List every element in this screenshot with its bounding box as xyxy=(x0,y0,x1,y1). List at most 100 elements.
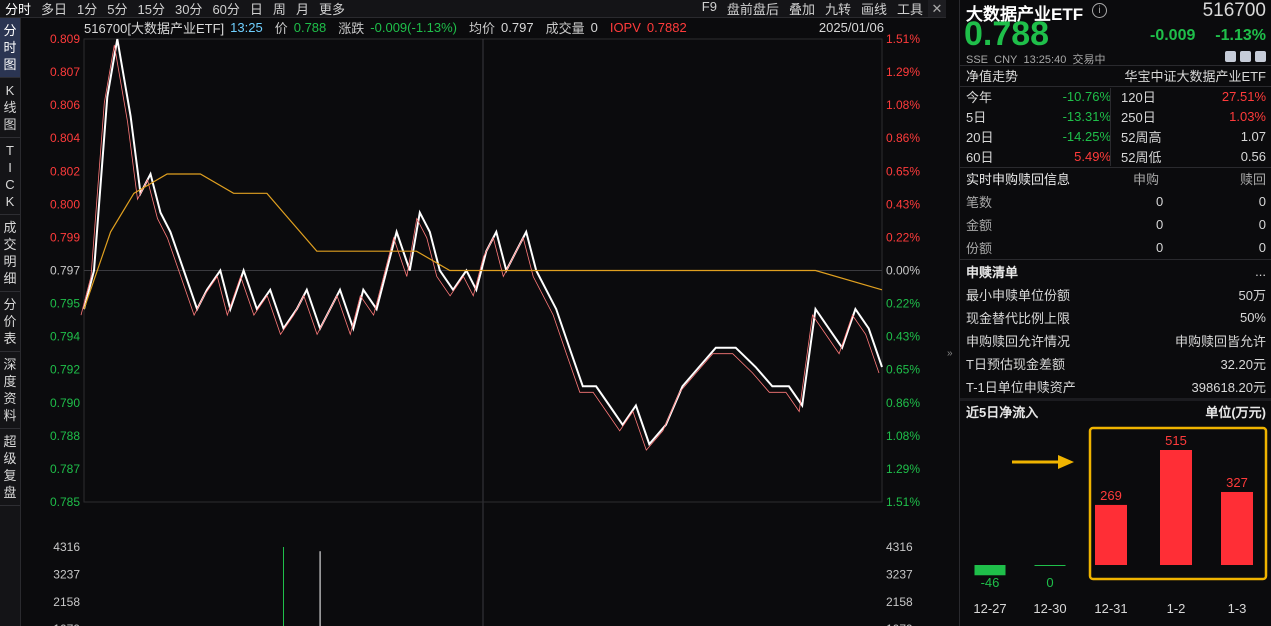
list-label: T-1日单位申赎资产 xyxy=(966,379,1076,395)
period-tab[interactable]: 15分 xyxy=(133,0,170,18)
close-icon[interactable]: ✕ xyxy=(928,0,946,17)
sidebar-tab-char: 分 xyxy=(3,297,17,312)
sidebar-tab-char: K xyxy=(5,83,15,98)
sidebar-tab-char: 资 xyxy=(3,391,17,406)
perf-value: 5.49% xyxy=(1074,148,1111,164)
sidebar-view-tab[interactable]: TICK xyxy=(0,138,20,215)
sidebar-view-tab[interactable]: 深度资料 xyxy=(0,352,20,429)
list-label: T日预估现金差额 xyxy=(966,356,1065,372)
perf-value: 0.56 xyxy=(1240,148,1266,164)
volume-tick-label: 3237 xyxy=(886,567,913,581)
price-tick-label: 0.807 xyxy=(50,65,80,79)
price-tick-label: 0.788 xyxy=(50,429,80,443)
flow-title: 近5日净流入 xyxy=(966,404,1039,420)
sidebar-tab-char: 超 xyxy=(3,434,17,449)
perf-value: -13.31% xyxy=(1062,108,1111,124)
pct-tick-label: 1.29% xyxy=(886,462,920,476)
pct-tick-label: 0.43% xyxy=(886,330,920,344)
realtime-col2: 赎回 xyxy=(1239,171,1266,187)
sidebar-tab-char: 时 xyxy=(3,40,17,55)
period-tab[interactable]: 日 xyxy=(245,0,268,18)
tool-button[interactable]: 九转 xyxy=(820,0,856,18)
realtime-row: 金额 0 0 xyxy=(966,214,1266,234)
period-tab[interactable]: 周 xyxy=(268,0,291,18)
flow-value-label: 327 xyxy=(1226,475,1248,490)
change-pct: -1.13% xyxy=(1215,27,1266,44)
sidebar-tab-char: I xyxy=(8,160,12,175)
period-tab[interactable]: 多日 xyxy=(36,0,72,18)
price-tick-label: 0.800 xyxy=(50,197,80,211)
sidebar-tab-char: C xyxy=(5,177,15,192)
realtime-v2: 0 xyxy=(1258,239,1266,255)
list-label: 申购赎回允许情况 xyxy=(966,333,1071,349)
performance-row: 60日 5.49% 52周低 0.56 xyxy=(966,146,1266,166)
pct-tick-label: 0.00% xyxy=(886,264,920,278)
tool-button[interactable]: F9 xyxy=(697,0,722,18)
pct-tick-label: 0.22% xyxy=(886,230,920,244)
flow-unit: 单位(万元) xyxy=(1205,404,1266,420)
perf-label: 今年 xyxy=(966,89,993,105)
price-tick-label: 0.790 xyxy=(50,396,80,410)
flow-date-label: 1-3 xyxy=(1228,601,1247,616)
perf-value: 1.03% xyxy=(1229,108,1266,124)
realtime-header: 实时申购赎回信息 申购 赎回 xyxy=(966,168,1266,188)
perf-label: 120日 xyxy=(1121,89,1156,105)
price-tick-label: 0.799 xyxy=(50,230,80,244)
tool-button[interactable]: 盘前盘后 xyxy=(722,0,784,18)
sidebar-view-tab[interactable]: K线图 xyxy=(0,78,20,138)
tool-button[interactable]: 画线 xyxy=(856,0,892,18)
period-tab[interactable]: 5分 xyxy=(102,0,132,18)
tool-button[interactable]: 工具 xyxy=(892,0,928,18)
realtime-v1: 0 xyxy=(1156,216,1164,232)
flow-bar xyxy=(1095,504,1127,565)
iopv-line xyxy=(80,44,880,451)
perf-label: 250日 xyxy=(1121,109,1156,125)
flow-value-label: 515 xyxy=(1165,433,1187,448)
list-title: 申赎清单 xyxy=(966,264,1019,280)
perf-value: 27.51% xyxy=(1221,88,1266,104)
nav-trend-row[interactable]: 净值走势 华宝中证大数据产业ETF xyxy=(966,65,1266,85)
period-tab[interactable]: 1分 xyxy=(72,0,102,18)
list-row: T日预估现金差额 32.20元 xyxy=(966,353,1266,373)
realtime-row: 笔数 0 0 xyxy=(966,191,1266,211)
sidebar-tab-char: 细 xyxy=(3,271,17,286)
sidebar-tab-char: 交 xyxy=(3,237,17,252)
flow-header: 近5日净流入 单位(万元) xyxy=(966,401,1266,421)
period-toolbar: 分时 多日 1分 5分 15分 30分 60分日周月更多 F9 盘前盘后 叠加 九转 画线 工具 ✕ xyxy=(0,0,946,18)
volume-tick-label: 4316 xyxy=(886,540,913,554)
price-tick-label: 0.806 xyxy=(50,98,80,112)
period-tab[interactable]: 分时 xyxy=(0,0,36,18)
period-tab[interactable]: 30分 xyxy=(170,0,207,18)
price-tick-label: 0.802 xyxy=(50,164,80,178)
realtime-col1: 申购 xyxy=(1133,171,1160,187)
panel-expand-icon[interactable]: » xyxy=(947,348,959,364)
performance-row: 今年 -10.76% 120日 27.51% xyxy=(966,86,1266,106)
info-icon[interactable]: i xyxy=(1092,3,1107,18)
list-row: 现金替代比例上限 50% xyxy=(966,307,1266,327)
flow-date-label: 12-27 xyxy=(973,601,1006,616)
list-header: 申赎清单 ... xyxy=(966,261,1266,281)
period-tab[interactable]: 更多 xyxy=(314,0,350,18)
sidebar-view-tab[interactable]: 超级复盘 xyxy=(0,429,20,506)
period-tab[interactable]: 60分 xyxy=(207,0,244,18)
share-icon[interactable] xyxy=(1255,51,1266,62)
pct-tick-label: 1.51% xyxy=(886,495,920,509)
perf-divider xyxy=(1110,88,1111,166)
sidebar-tab-char: 表 xyxy=(3,331,17,346)
edit-icon[interactable] xyxy=(1225,51,1236,62)
sidebar-view-tab[interactable]: 分价表 xyxy=(0,292,20,352)
bell-icon[interactable] xyxy=(1240,51,1251,62)
realtime-label: 笔数 xyxy=(966,194,993,210)
list-value: 申购赎回皆允许 xyxy=(1174,333,1266,349)
perf-value: -14.25% xyxy=(1062,128,1111,144)
period-tab[interactable]: 月 xyxy=(291,0,314,18)
flow-value-label: 0 xyxy=(1046,575,1053,590)
sidebar-tab-char: T xyxy=(6,143,14,158)
list-more-icon[interactable]: ... xyxy=(1255,264,1266,279)
index-name: 华宝中证大数据产业ETF xyxy=(1124,68,1266,84)
intraday-chart[interactable]: 0.809 0.807 0.806 0.804 0.802 0.800 0.799 0.797… xyxy=(20,18,946,626)
sidebar-view-tab[interactable]: 分时图 xyxy=(0,18,20,78)
tool-button[interactable]: 叠加 xyxy=(784,0,820,18)
perf-label: 20日 xyxy=(966,129,994,145)
sidebar-view-tab[interactable]: 成交明细 xyxy=(0,215,20,292)
